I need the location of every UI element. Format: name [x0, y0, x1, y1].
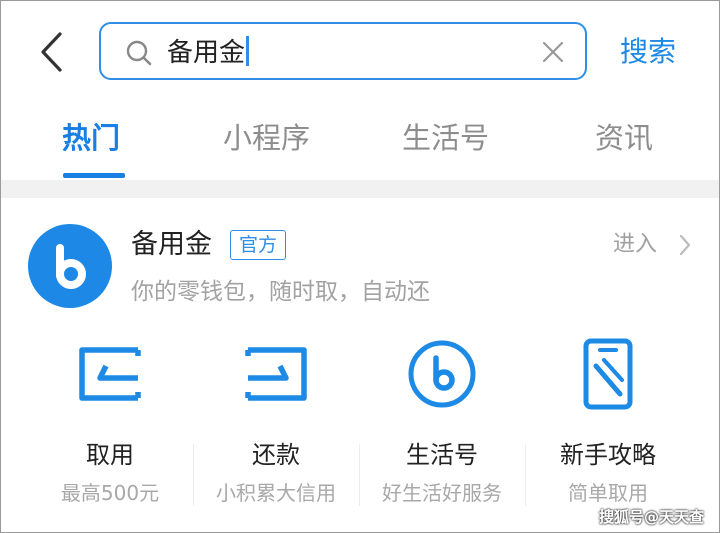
- service-logo[interactable]: [28, 224, 112, 308]
- action-label: 取用: [86, 441, 134, 469]
- column-divider: [359, 444, 360, 506]
- action-subtitle: 简单取用: [568, 481, 648, 505]
- action-subtitle: 好生活好服务: [382, 481, 502, 505]
- guide-icon: [583, 338, 633, 410]
- withdraw-icon: [79, 347, 141, 401]
- action-subtitle: 小积累大信用: [216, 481, 336, 505]
- action-repay[interactable]: 还款 小积累大信用: [193, 336, 359, 516]
- search-icon: [126, 40, 152, 66]
- text-cursor: [246, 36, 250, 66]
- search-button[interactable]: 搜索: [620, 32, 676, 72]
- enter-link[interactable]: 进入: [613, 230, 657, 260]
- action-subtitle: 最高500元: [60, 481, 160, 505]
- action-beginner-guide[interactable]: 新手攻略 简单取用: [525, 336, 691, 516]
- tab-hot[interactable]: 热门: [62, 118, 120, 158]
- search-query[interactable]: 备用金: [167, 36, 250, 69]
- column-divider: [525, 444, 526, 506]
- clear-icon[interactable]: [541, 40, 565, 64]
- back-button[interactable]: [34, 30, 68, 74]
- column-divider: [193, 444, 194, 506]
- watermark: 搜狐号@天天查: [598, 508, 704, 526]
- tab-mini-programs[interactable]: 小程序: [223, 118, 310, 158]
- action-label: 生活号: [406, 441, 478, 469]
- back-arrow-icon: [41, 32, 62, 72]
- official-badge: 官方: [230, 230, 287, 260]
- action-life-account[interactable]: 生活号 好生活好服务: [359, 336, 525, 516]
- b-logo-icon: [56, 244, 86, 289]
- section-divider: [1, 180, 719, 198]
- tab-news[interactable]: 资讯: [595, 118, 653, 158]
- chevron-right-icon[interactable]: [678, 233, 692, 257]
- tab-life-accounts[interactable]: 生活号: [402, 118, 489, 158]
- service-description: 你的零钱包，随时取，自动还: [131, 279, 430, 305]
- search-input[interactable]: 备用金: [99, 22, 587, 80]
- active-tab-indicator: [63, 173, 125, 178]
- action-withdraw[interactable]: 取用 最高500元: [27, 336, 193, 516]
- action-label: 还款: [252, 441, 300, 469]
- repay-icon: [245, 347, 307, 401]
- life-account-icon: [408, 340, 476, 408]
- action-label: 新手攻略: [560, 441, 656, 469]
- service-name[interactable]: 备用金: [131, 227, 212, 263]
